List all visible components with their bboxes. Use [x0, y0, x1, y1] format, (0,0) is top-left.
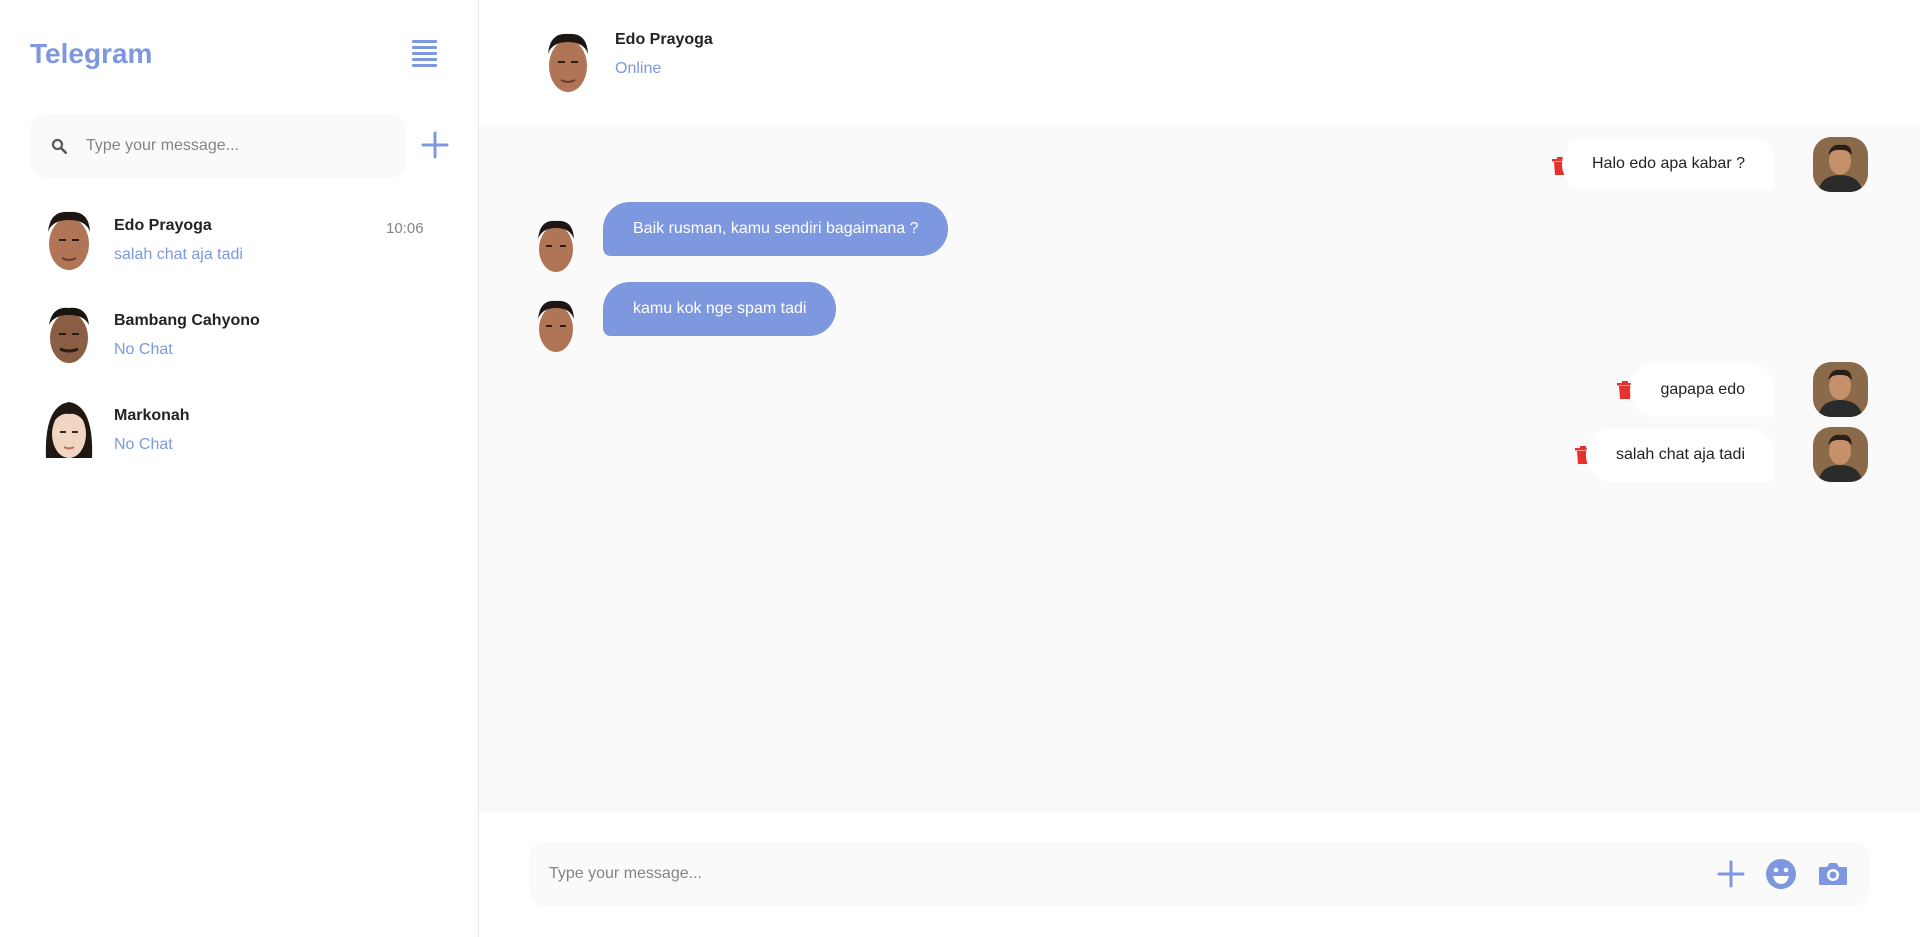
- message-area: Halo edo apa kabar ? Baik rusman, kamu s…: [479, 127, 1920, 812]
- avatar: [48, 211, 90, 270]
- chat-preview: salah chat aja tadi: [114, 246, 243, 263]
- avatar: [49, 307, 89, 363]
- contact-avatar: [538, 220, 574, 272]
- menu-icon[interactable]: [412, 40, 438, 68]
- chat-item-edo-prayoga[interactable]: Edo Prayoga salah chat aja tadi 10:06: [0, 200, 478, 295]
- chat-item-bambang-cahyono[interactable]: Bambang Cahyono No Chat: [0, 295, 478, 390]
- avatar: [45, 402, 93, 458]
- add-chat-icon[interactable]: [421, 131, 449, 159]
- contact-name: Edo Prayoga: [615, 31, 713, 48]
- chat-header: Edo Prayoga Online: [479, 0, 1920, 127]
- chat-name: Edo Prayoga: [114, 217, 212, 234]
- message-composer: [529, 842, 1869, 906]
- chat-panel: Edo Prayoga Online Halo edo apa kabar ?: [479, 0, 1920, 937]
- search-field: [30, 114, 406, 178]
- contact-avatar[interactable]: [543, 30, 593, 96]
- contact-status: Online: [615, 60, 662, 77]
- message-bubble-outgoing: salah chat aja tadi: [1586, 428, 1775, 482]
- message-bubble-outgoing: gapapa edo: [1630, 363, 1775, 417]
- camera-icon[interactable]: [1817, 858, 1849, 890]
- my-avatar: [1813, 427, 1868, 482]
- search-icon: [51, 138, 68, 155]
- my-avatar: [1813, 137, 1868, 192]
- chat-preview: No Chat: [114, 436, 173, 453]
- search-input[interactable]: [86, 137, 386, 155]
- plus-icon[interactable]: [1715, 858, 1747, 890]
- app-title: Telegram: [30, 38, 153, 69]
- emoji-icon[interactable]: [1765, 858, 1797, 890]
- chat-time: 10:06: [386, 220, 424, 237]
- chat-item-markonah[interactable]: Markonah No Chat: [0, 390, 478, 485]
- chat-list: Edo Prayoga salah chat aja tadi 10:06 Ba…: [0, 200, 478, 485]
- sidebar: Telegram Edo Prayoga: [0, 0, 479, 937]
- message-bubble-incoming: kamu kok nge spam tadi: [603, 282, 837, 336]
- message-bubble-incoming: Baik rusman, kamu sendiri bagaimana ?: [603, 202, 949, 256]
- message-bubble-outgoing: Halo edo apa kabar ?: [1562, 137, 1775, 191]
- my-avatar: [1813, 362, 1868, 417]
- chat-name: Markonah: [114, 407, 190, 424]
- message-input[interactable]: [549, 842, 1649, 906]
- contact-avatar: [538, 300, 574, 352]
- chat-name: Bambang Cahyono: [114, 312, 260, 329]
- app-window: Telegram Edo Prayoga: [0, 0, 1920, 937]
- chat-preview: No Chat: [114, 341, 173, 358]
